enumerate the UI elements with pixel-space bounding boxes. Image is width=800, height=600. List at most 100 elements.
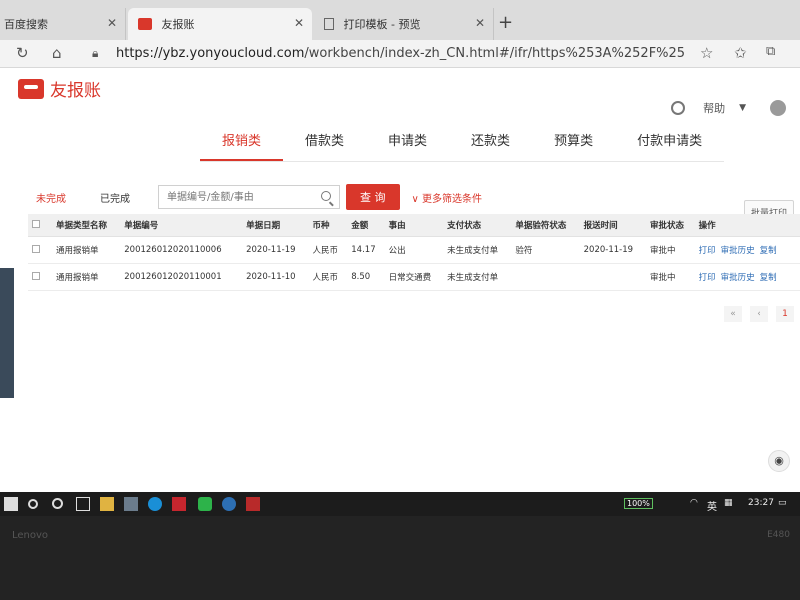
favorite-star-icon[interactable]: ☆: [700, 44, 713, 62]
search-icon[interactable]: [28, 499, 38, 509]
battery-indicator[interactable]: 100%: [624, 498, 653, 509]
close-icon[interactable]: ✕: [294, 16, 304, 30]
app-favicon-icon: [138, 18, 152, 30]
more-filters-toggle[interactable]: ∨ 更多筛选条件: [412, 190, 483, 205]
cortana-icon[interactable]: [52, 498, 63, 509]
column-header: 单据编号: [120, 214, 243, 237]
cell-date: 2020-11-19: [242, 236, 309, 264]
cell-submit-time: 2020-11-19: [579, 236, 647, 264]
tab-label: 打印模板 - 预览: [343, 18, 421, 31]
tab-budget[interactable]: 预算类: [532, 126, 615, 161]
cell-approval: 审批中: [646, 263, 695, 291]
column-header: 币种: [308, 214, 348, 237]
close-icon[interactable]: ✕: [107, 16, 117, 30]
close-icon[interactable]: ✕: [475, 16, 485, 30]
favorites-list-icon[interactable]: ✩: [734, 44, 747, 62]
chat-assistant-icon[interactable]: ◉: [768, 450, 790, 472]
tab-payment-request[interactable]: 付款申请类: [615, 126, 724, 161]
tab-print-preview[interactable]: 打印模板 - 预览 ✕: [314, 8, 494, 40]
app-icon[interactable]: [222, 497, 236, 511]
brand-name: 友报账: [50, 81, 101, 101]
bills-table: 单据类型名称 单据编号 单据日期 币种 金额 事由 支付状态 单据验符状态 报送…: [28, 214, 800, 291]
keyboard-icon[interactable]: ▦: [724, 498, 733, 508]
cell-number: 200126012020110001: [120, 263, 243, 291]
row-select-cell: [28, 263, 52, 291]
home-icon[interactable]: ⌂: [52, 44, 62, 62]
task-view-icon[interactable]: [76, 497, 90, 511]
address-bar: ↻ ⌂ 🔒︎ https://ybz.yonyoucloud.com/workb…: [0, 40, 800, 68]
print-link[interactable]: 打印: [699, 246, 716, 256]
tab-reimbursement[interactable]: 报销类: [200, 126, 284, 161]
briefcase-icon: [18, 78, 44, 99]
edge-browser-icon[interactable]: [148, 497, 162, 511]
cell-amount: 14.17: [347, 236, 385, 264]
cell-verify-status: 验符: [511, 236, 580, 264]
copy-link[interactable]: 复制: [760, 246, 777, 256]
status-tab-complete[interactable]: 已完成: [94, 186, 136, 209]
column-header: 单据类型名称: [52, 214, 121, 237]
approval-history-link[interactable]: 审批历史: [721, 273, 755, 283]
help-menu[interactable]: 帮助: [703, 100, 725, 116]
tab-repayment[interactable]: 还款类: [449, 126, 532, 161]
cell-approval: 审批中: [646, 236, 695, 264]
cell-number: 200126012020110006: [120, 236, 243, 264]
prev-page-button[interactable]: ‹: [750, 306, 768, 322]
column-header: 报送时间: [579, 214, 647, 237]
search-input[interactable]: [159, 186, 309, 208]
calculator-icon[interactable]: [124, 497, 138, 511]
first-page-button[interactable]: «: [724, 306, 742, 322]
cell-type: 通用报销单: [52, 263, 121, 291]
refresh-icon[interactable]: ↻: [16, 44, 29, 62]
column-header: 支付状态: [443, 214, 512, 237]
column-header: 单据日期: [242, 214, 309, 237]
chevron-down-icon[interactable]: ▼: [739, 103, 746, 113]
query-button[interactable]: 查 询: [346, 184, 400, 210]
ime-indicator[interactable]: 英: [707, 498, 717, 513]
cell-pay-status: 未生成支付单: [443, 236, 512, 264]
user-avatar[interactable]: [770, 100, 786, 116]
row-checkbox[interactable]: [32, 244, 40, 253]
cell-amount: 8.50: [347, 263, 385, 291]
cell-submit-time: [579, 263, 647, 291]
new-tab-button[interactable]: +: [498, 12, 513, 33]
table-row[interactable]: 通用报销单 200126012020110001 2020-11-10 人民币 …: [28, 263, 800, 291]
chevron-down-icon: ∨: [411, 193, 422, 205]
notification-icon[interactable]: ▭: [778, 498, 787, 508]
print-link[interactable]: 打印: [699, 273, 716, 283]
wechat-icon[interactable]: [198, 497, 212, 511]
search-box: [158, 185, 340, 209]
approval-history-link[interactable]: 审批历史: [721, 246, 755, 256]
tab-label: 百度搜索: [4, 18, 48, 31]
pdf-reader-icon[interactable]: [246, 497, 260, 511]
file-explorer-icon[interactable]: [100, 497, 114, 511]
url-field[interactable]: https://ybz.yonyoucloud.com/workbench/in…: [116, 46, 686, 61]
brand-logo[interactable]: 友报账: [18, 76, 101, 101]
cell-reason: 公出: [384, 236, 444, 264]
network-icon[interactable]: ◠: [690, 498, 698, 508]
cell-pay-status: 未生成支付单: [443, 263, 512, 291]
desktop-edge: [0, 268, 14, 398]
collections-icon[interactable]: ⧉: [766, 44, 775, 59]
cell-ops: 打印 审批历史 复制: [694, 263, 800, 291]
column-header: 审批状态: [646, 214, 695, 237]
headset-icon[interactable]: [671, 101, 686, 115]
table-row[interactable]: 通用报销单 200126012020110006 2020-11-19 人民币 …: [28, 236, 800, 264]
tab-baidu[interactable]: 百度搜索 ✕: [0, 8, 126, 40]
row-select-cell: [28, 236, 52, 264]
lock-icon[interactable]: 🔒︎: [92, 46, 98, 61]
tab-loan[interactable]: 借款类: [283, 126, 366, 161]
cell-currency: 人民币: [308, 236, 348, 264]
row-checkbox[interactable]: [32, 271, 40, 280]
search-icon[interactable]: [321, 191, 331, 201]
select-all-checkbox[interactable]: [32, 219, 40, 228]
tab-application[interactable]: 申请类: [366, 126, 449, 161]
windows-start-icon[interactable]: [4, 497, 18, 511]
status-tab-incomplete[interactable]: 未完成: [30, 186, 72, 209]
copy-link[interactable]: 复制: [760, 273, 777, 283]
tab-youbaozhang[interactable]: 友报账 ✕: [128, 8, 312, 40]
laptop-brand: Lenovo: [12, 530, 49, 541]
app-icon[interactable]: [172, 497, 186, 511]
cell-currency: 人民币: [308, 263, 348, 291]
clock[interactable]: 23:27: [748, 498, 774, 508]
page-number-button[interactable]: 1: [776, 306, 794, 322]
